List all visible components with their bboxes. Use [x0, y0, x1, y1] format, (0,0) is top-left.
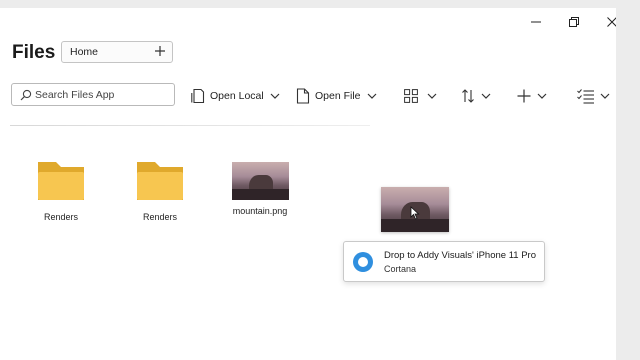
file-name: Renders [142, 212, 178, 222]
file-icon [296, 88, 310, 104]
plus-icon [517, 89, 531, 103]
cortana-icon [353, 252, 373, 272]
tab-home[interactable]: Home [61, 41, 173, 63]
folder-icon [137, 162, 183, 200]
file-item-folder[interactable]: Renders [21, 160, 101, 222]
open-local-icon [191, 88, 205, 104]
close-button[interactable] [600, 12, 616, 32]
mouse-cursor-icon [410, 206, 420, 220]
files-window: Files Home Search Files App Open Local O… [0, 8, 616, 360]
sort-icon [462, 89, 474, 103]
open-file-button[interactable]: Open File [296, 88, 377, 104]
new-tab-button[interactable] [153, 44, 167, 63]
file-name: mountain.png [232, 206, 288, 216]
chevron-down-icon [481, 93, 491, 99]
open-local-label: Open Local [210, 90, 264, 102]
chevron-down-icon [427, 93, 437, 99]
toast-subtitle: Cortana [384, 264, 417, 274]
restore-icon [569, 17, 579, 27]
chevron-down-icon [537, 93, 547, 99]
search-input[interactable]: Search Files App [11, 83, 175, 106]
toolbar-divider [10, 125, 370, 126]
chevron-down-icon [600, 93, 610, 99]
chevron-down-icon [367, 93, 376, 99]
file-item-folder[interactable]: Renders [120, 160, 200, 222]
grid-view-icon [404, 89, 418, 103]
search-icon [20, 89, 32, 101]
chevron-down-icon [270, 93, 280, 99]
tab-label: Home [70, 46, 99, 58]
plus-icon [155, 46, 165, 56]
file-name: Renders [43, 212, 79, 222]
minimize-icon [531, 21, 541, 23]
search-placeholder: Search Files App [35, 89, 115, 101]
toast-title: Drop to Addy Visuals' iPhone 11 Pro [384, 250, 536, 261]
folder-icon [38, 162, 84, 200]
new-item-button[interactable] [517, 88, 547, 104]
checklist-icon [577, 89, 594, 104]
open-local-button[interactable]: Open Local [191, 88, 280, 104]
restore-button[interactable] [562, 12, 586, 32]
close-icon [607, 17, 616, 27]
selection-options-button[interactable] [577, 88, 610, 104]
open-file-label: Open File [315, 90, 361, 102]
view-mode-button[interactable] [404, 88, 437, 104]
file-item-image[interactable]: mountain.png [220, 162, 300, 216]
minimize-button[interactable] [524, 12, 548, 32]
drop-target-toast[interactable]: Drop to Addy Visuals' iPhone 11 Pro Cort… [343, 241, 545, 282]
image-thumbnail [231, 162, 289, 200]
app-title: Files [12, 42, 56, 63]
sort-button[interactable] [461, 88, 491, 104]
